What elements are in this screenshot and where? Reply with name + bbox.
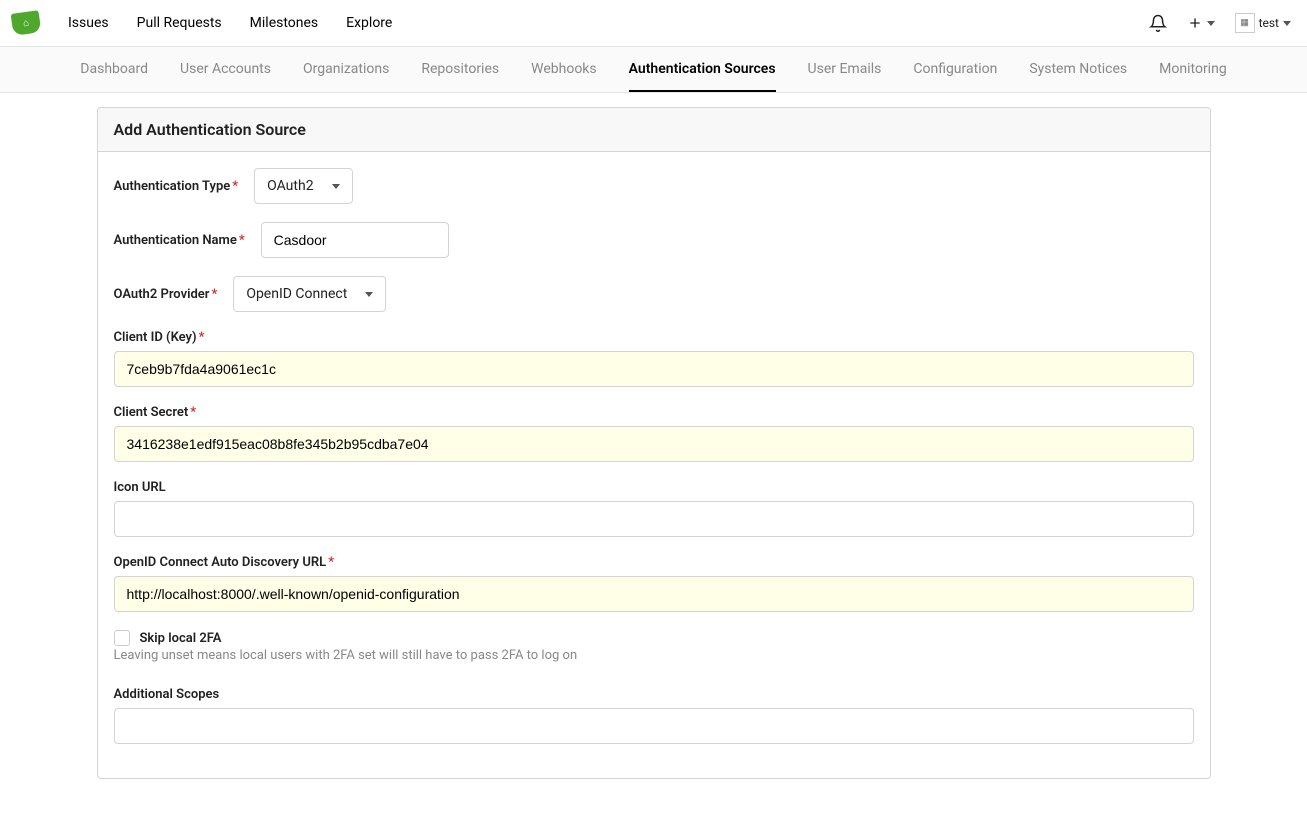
- subnav-user-emails[interactable]: User Emails: [808, 47, 882, 92]
- field-oauth-provider: OAuth2 Provider* OpenID Connect: [114, 276, 1194, 312]
- nav-pull-requests[interactable]: Pull Requests: [137, 15, 222, 31]
- skip-2fa-help: Leaving unset means local users with 2FA…: [114, 648, 1194, 663]
- client-secret-label: Client Secret*: [114, 405, 1194, 420]
- auth-type-value: OAuth2: [267, 178, 313, 194]
- admin-subnav: Dashboard User Accounts Organizations Re…: [0, 47, 1307, 92]
- field-client-id: Client ID (Key)*: [114, 330, 1194, 387]
- create-menu[interactable]: [1187, 15, 1215, 31]
- discovery-url-label: OpenID Connect Auto Discovery URL*: [114, 555, 1194, 570]
- chevron-down-icon: [1207, 21, 1215, 26]
- subnav-configuration[interactable]: Configuration: [913, 47, 997, 92]
- auth-source-panel: Add Authentication Source Authentication…: [97, 107, 1211, 779]
- skip-2fa-checkbox[interactable]: [114, 630, 130, 646]
- auth-name-input[interactable]: [261, 222, 449, 258]
- user-menu[interactable]: ▦ test: [1235, 13, 1291, 33]
- field-auth-type: Authentication Type* OAuth2: [114, 168, 1194, 204]
- field-skip-2fa: Skip local 2FA Leaving unset means local…: [114, 630, 1194, 663]
- topbar-left: ⌂ Issues Pull Requests Milestones Explor…: [12, 12, 392, 34]
- field-auth-name: Authentication Name*: [114, 222, 1194, 258]
- subnav-organizations[interactable]: Organizations: [303, 47, 389, 92]
- subnav-webhooks[interactable]: Webhooks: [531, 47, 597, 92]
- oauth-provider-label: OAuth2 Provider*: [114, 287, 218, 302]
- field-icon-url: Icon URL: [114, 480, 1194, 537]
- nav-milestones[interactable]: Milestones: [250, 15, 319, 31]
- icon-url-input[interactable]: [114, 501, 1194, 537]
- panel-body: Authentication Type* OAuth2 Authenticati…: [98, 152, 1210, 778]
- nav-issues[interactable]: Issues: [68, 15, 109, 31]
- oauth-provider-value: OpenID Connect: [246, 286, 347, 302]
- notifications-button[interactable]: [1149, 14, 1167, 32]
- topbar-right: ▦ test: [1149, 13, 1291, 33]
- nav-explore[interactable]: Explore: [346, 15, 392, 31]
- field-client-secret: Client Secret*: [114, 405, 1194, 462]
- subnav-repositories[interactable]: Repositories: [421, 47, 499, 92]
- subnav-system-notices[interactable]: System Notices: [1029, 47, 1127, 92]
- client-id-label: Client ID (Key)*: [114, 330, 1194, 345]
- additional-scopes-label: Additional Scopes: [114, 687, 1194, 702]
- subnav-auth-sources[interactable]: Authentication Sources: [629, 47, 776, 92]
- plus-icon: [1187, 15, 1203, 31]
- subnav-dashboard[interactable]: Dashboard: [80, 47, 148, 92]
- admin-subnav-wrap: Dashboard User Accounts Organizations Re…: [0, 47, 1307, 93]
- avatar: ▦: [1235, 13, 1255, 33]
- chevron-down-icon: [332, 184, 340, 189]
- auth-type-label: Authentication Type*: [114, 179, 239, 194]
- chevron-down-icon: [365, 292, 373, 297]
- auth-type-select[interactable]: OAuth2: [254, 168, 352, 204]
- icon-url-label: Icon URL: [114, 480, 1194, 495]
- page: Add Authentication Source Authentication…: [89, 107, 1219, 779]
- additional-scopes-input[interactable]: [114, 708, 1194, 744]
- subnav-monitoring[interactable]: Monitoring: [1159, 47, 1227, 92]
- panel-title: Add Authentication Source: [98, 108, 1210, 152]
- client-secret-input[interactable]: [114, 426, 1194, 462]
- user-label: test: [1259, 17, 1279, 29]
- subnav-user-accounts[interactable]: User Accounts: [180, 47, 271, 92]
- field-discovery-url: OpenID Connect Auto Discovery URL*: [114, 555, 1194, 612]
- bell-icon: [1149, 14, 1167, 32]
- client-id-input[interactable]: [114, 351, 1194, 387]
- discovery-url-input[interactable]: [114, 576, 1194, 612]
- skip-2fa-label: Skip local 2FA: [140, 631, 222, 646]
- chevron-down-icon: [1283, 21, 1291, 26]
- gitea-logo[interactable]: ⌂: [11, 10, 42, 36]
- oauth-provider-select[interactable]: OpenID Connect: [233, 276, 386, 312]
- topbar: ⌂ Issues Pull Requests Milestones Explor…: [0, 0, 1307, 47]
- auth-name-label: Authentication Name*: [114, 233, 245, 248]
- field-additional-scopes: Additional Scopes: [114, 687, 1194, 744]
